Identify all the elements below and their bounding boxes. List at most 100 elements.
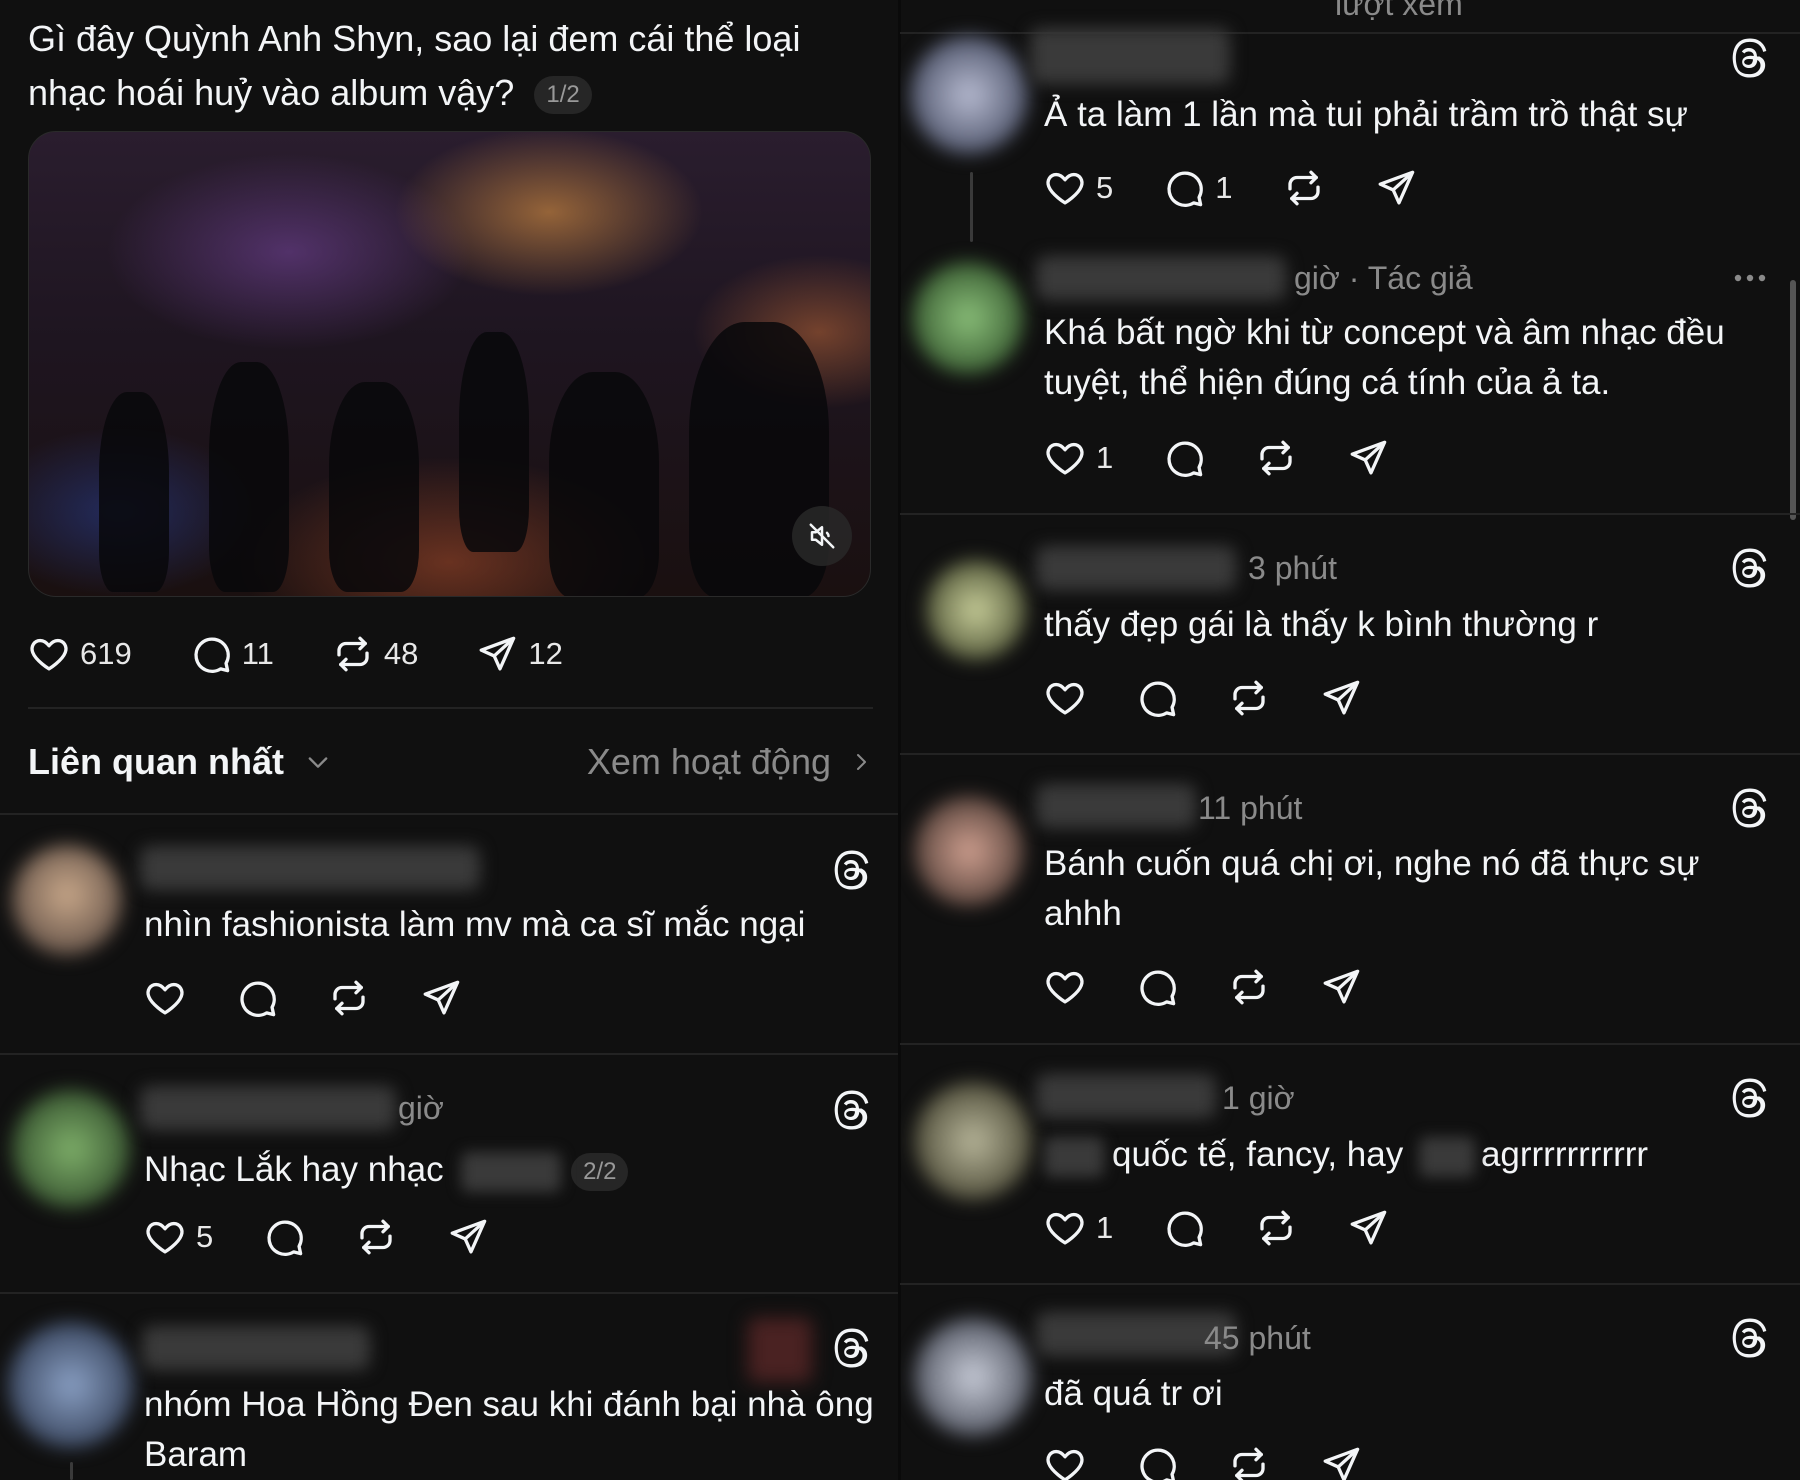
repost-button[interactable] xyxy=(355,1216,397,1258)
repost-button[interactable]: 48 xyxy=(332,633,418,675)
reply-button[interactable] xyxy=(1136,677,1178,719)
like-button[interactable] xyxy=(1044,966,1086,1008)
repost-button[interactable] xyxy=(1228,1444,1270,1480)
reply-button[interactable] xyxy=(236,977,278,1019)
share-icon xyxy=(1347,437,1389,479)
comment-text: thấy đẹp gái là thấy k bình thường r xyxy=(1044,605,1599,644)
heart-icon xyxy=(1044,437,1086,479)
like-button[interactable]: 5 xyxy=(144,1216,213,1258)
threads-icon[interactable] xyxy=(830,1328,870,1368)
post-title: Gì đây Quỳnh Anh Shyn, sao lại đem cái t… xyxy=(28,12,858,120)
like-button[interactable] xyxy=(1044,677,1086,719)
reply-button[interactable]: 11 xyxy=(190,633,274,675)
post-video[interactable] xyxy=(28,131,871,597)
reply-button[interactable]: 1 xyxy=(1163,167,1233,209)
reply-icon xyxy=(1163,1207,1205,1249)
avatar[interactable] xyxy=(12,1090,130,1208)
chevron-right-icon[interactable] xyxy=(849,750,873,774)
more-icon[interactable] xyxy=(1730,266,1770,290)
post-action-bar: 619 11 48 12 xyxy=(28,633,613,675)
share-button[interactable] xyxy=(1347,1207,1389,1249)
repost-button[interactable] xyxy=(1255,437,1297,479)
reply-button[interactable] xyxy=(1163,1207,1205,1249)
threads-icon[interactable] xyxy=(1728,788,1768,828)
avatar[interactable] xyxy=(8,1322,134,1448)
share-icon xyxy=(1320,677,1362,719)
mute-button[interactable] xyxy=(792,506,852,566)
repost-icon xyxy=(332,633,374,675)
comment-time: 3 phút xyxy=(1248,550,1337,586)
reply-icon xyxy=(1163,437,1205,479)
reply-button[interactable] xyxy=(1136,966,1178,1008)
username-blurred[interactable] xyxy=(1030,28,1230,84)
repost-icon xyxy=(1228,966,1270,1008)
avatar[interactable] xyxy=(914,1318,1032,1436)
like-button[interactable]: 1 xyxy=(1044,437,1113,479)
comment-time: 45 phút xyxy=(1204,1320,1311,1356)
view-activity-link[interactable]: Xem hoạt động xyxy=(587,740,831,784)
view-count-label: lượt xem xyxy=(1335,0,1463,22)
reply-icon xyxy=(263,1216,305,1258)
repost-button[interactable] xyxy=(1283,167,1325,209)
reply-button[interactable] xyxy=(1136,1444,1178,1480)
avatar[interactable] xyxy=(912,262,1024,374)
share-button[interactable] xyxy=(1320,1444,1362,1480)
share-button[interactable] xyxy=(1375,167,1417,209)
share-button[interactable] xyxy=(1347,437,1389,479)
username-blurred[interactable] xyxy=(1036,256,1286,300)
share-button[interactable] xyxy=(1320,677,1362,719)
like-button[interactable]: 1 xyxy=(1044,1207,1113,1249)
share-icon xyxy=(1320,1444,1362,1480)
repost-button[interactable] xyxy=(1255,1207,1297,1249)
repost-icon xyxy=(328,977,370,1019)
threads-icon[interactable] xyxy=(1728,1318,1768,1358)
repost-icon xyxy=(1255,437,1297,479)
scrollbar[interactable] xyxy=(1790,280,1796,520)
comment-action-bar: 1 xyxy=(1044,437,1439,479)
like-count: 5 xyxy=(196,1219,214,1254)
reply-button[interactable] xyxy=(263,1216,305,1258)
chevron-down-icon[interactable] xyxy=(304,748,332,776)
threads-icon[interactable] xyxy=(1728,548,1768,588)
threads-icon[interactable] xyxy=(1728,1078,1768,1118)
username-blurred[interactable] xyxy=(140,846,480,890)
reply-icon xyxy=(1136,966,1178,1008)
avatar[interactable] xyxy=(910,36,1028,154)
share-icon xyxy=(420,977,462,1019)
share-icon xyxy=(1320,966,1362,1008)
avatar[interactable] xyxy=(926,560,1026,660)
avatar[interactable] xyxy=(914,796,1024,906)
like-button[interactable]: 619 xyxy=(28,633,132,675)
comment-action-bar: 1 xyxy=(1044,1207,1439,1249)
repost-button[interactable] xyxy=(328,977,370,1019)
username-blurred[interactable] xyxy=(142,1326,370,1370)
repost-button[interactable] xyxy=(1228,677,1270,719)
username-blurred[interactable] xyxy=(1036,546,1236,590)
divider xyxy=(0,813,898,815)
like-button[interactable] xyxy=(144,977,186,1019)
reply-count: 1 xyxy=(1215,170,1233,205)
share-button[interactable]: 12 xyxy=(476,633,563,675)
repost-button[interactable] xyxy=(1228,966,1270,1008)
share-button[interactable] xyxy=(447,1216,489,1258)
repost-count: 48 xyxy=(383,636,419,671)
like-button[interactable] xyxy=(1044,1444,1086,1480)
threads-icon[interactable] xyxy=(830,1090,870,1130)
threads-icon[interactable] xyxy=(1728,38,1768,78)
sort-dropdown[interactable]: Liên quan nhất xyxy=(28,740,284,784)
heart-icon xyxy=(1044,966,1086,1008)
share-button[interactable] xyxy=(420,977,462,1019)
like-button[interactable]: 5 xyxy=(1044,167,1113,209)
heart-icon xyxy=(144,977,186,1019)
username-blurred[interactable] xyxy=(1036,1074,1216,1118)
username-blurred[interactable] xyxy=(140,1086,396,1130)
share-button[interactable] xyxy=(1320,966,1362,1008)
avatar[interactable] xyxy=(12,845,122,955)
comment-text-part: quốc tế, fancy, hay xyxy=(1112,1135,1404,1174)
reply-button[interactable] xyxy=(1163,437,1205,479)
avatar[interactable] xyxy=(914,1082,1032,1200)
threads-icon[interactable] xyxy=(830,850,870,890)
like-count: 5 xyxy=(1096,170,1114,205)
username-blurred[interactable] xyxy=(1036,784,1196,828)
reply-icon xyxy=(1163,167,1205,209)
